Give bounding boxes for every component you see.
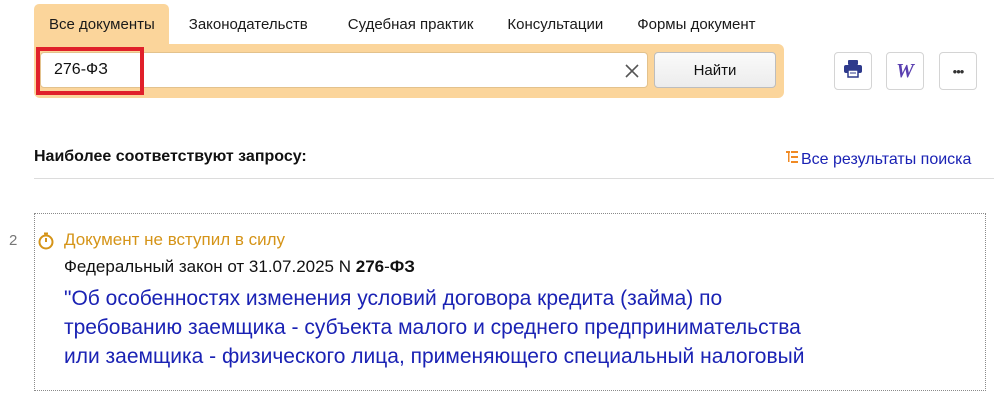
tab-document-forms[interactable]: Формы документ bbox=[623, 4, 769, 44]
document-meta: Федеральный закон от 31.07.2025 N 276-ФЗ bbox=[64, 257, 415, 277]
document-title-link[interactable]: "Об особенностях изменения условий догов… bbox=[64, 284, 924, 371]
document-number-suffix: ФЗ bbox=[389, 257, 415, 276]
all-results-label: Все результаты поиска bbox=[801, 150, 972, 168]
export-word-button[interactable]: W bbox=[886, 52, 924, 90]
tab-court-practice[interactable]: Судебная практик bbox=[334, 4, 488, 44]
find-button[interactable]: Найти bbox=[654, 52, 776, 88]
tab-all-documents[interactable]: Все документы bbox=[34, 4, 169, 44]
close-icon[interactable] bbox=[623, 62, 641, 80]
document-number: 276 bbox=[355, 257, 385, 276]
document-title-line: требованию заемщика - субъекта малого и … bbox=[64, 316, 801, 339]
tab-legislation[interactable]: Законодательств bbox=[175, 4, 322, 44]
search-panel: Найти bbox=[34, 44, 784, 98]
stopwatch-icon bbox=[37, 232, 55, 250]
document-status: Документ не вступил в силу bbox=[64, 230, 286, 249]
tab-consultations[interactable]: Консультации bbox=[493, 4, 617, 44]
print-icon bbox=[842, 59, 864, 84]
document-meta-prefix: Федеральный закон от 31.07.2025 N bbox=[64, 257, 356, 276]
divider bbox=[34, 178, 994, 179]
search-input[interactable] bbox=[41, 53, 601, 87]
print-button[interactable] bbox=[834, 52, 872, 90]
results-heading: Наиболее соответствуют запросу: bbox=[34, 148, 307, 165]
search-tabs: Все документы Законодательств Судебная п… bbox=[34, 4, 770, 44]
list-icon bbox=[785, 149, 801, 170]
all-results-link[interactable]: Все результаты поиска bbox=[785, 149, 971, 170]
search-box bbox=[40, 52, 648, 88]
document-title-line: или заемщика - физического лица, применя… bbox=[64, 345, 805, 368]
more-icon: ••• bbox=[952, 63, 965, 79]
word-export-icon: W bbox=[896, 59, 914, 82]
more-button[interactable]: ••• bbox=[939, 52, 977, 90]
document-title-line: "Об особенностях изменения условий догов… bbox=[64, 287, 723, 310]
result-number: 2 bbox=[9, 232, 18, 249]
